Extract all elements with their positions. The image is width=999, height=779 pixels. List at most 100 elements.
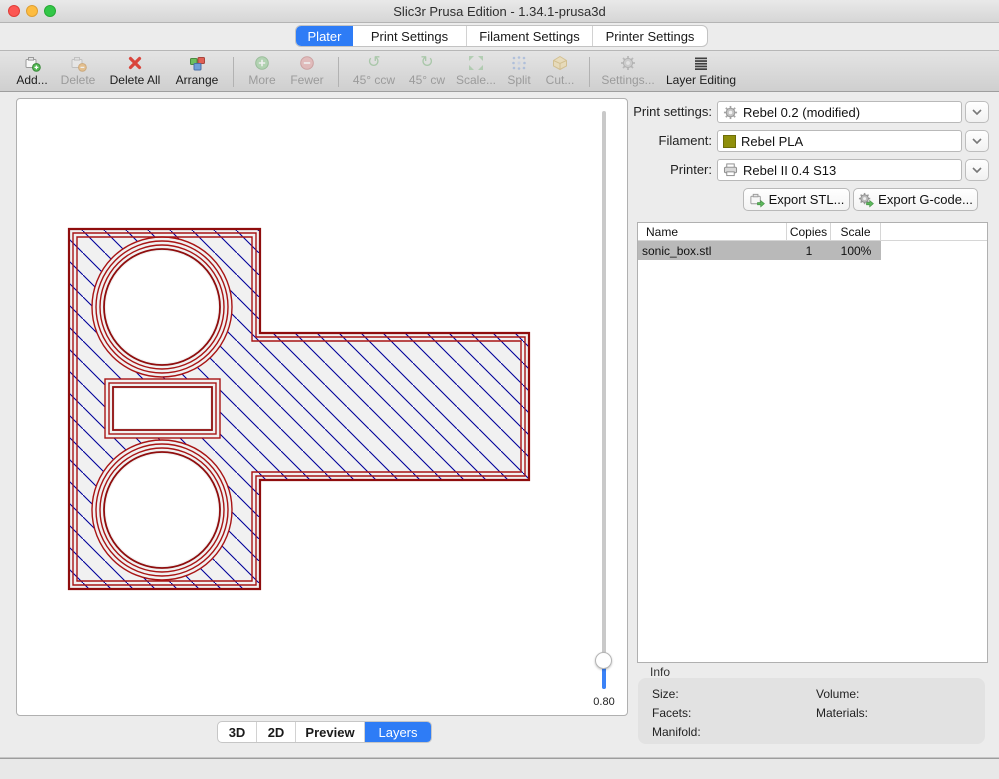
add-icon: [24, 54, 41, 72]
column-header-empty: [881, 223, 987, 240]
print-settings-label: Print settings:: [633, 104, 712, 119]
scale-label: Scale...: [456, 73, 496, 87]
export-stl-button[interactable]: Export STL...: [743, 188, 850, 211]
filament-dropdown-button[interactable]: [965, 130, 989, 152]
delete-all-button[interactable]: Delete All: [102, 54, 168, 90]
more-icon: [254, 54, 270, 72]
view-tab-layers[interactable]: Layers: [365, 722, 431, 742]
layer-slider-value: 0.80: [584, 696, 624, 708]
main-tab-bar: Plater Print Settings Filament Settings …: [295, 25, 708, 47]
object-list-header: Name Copies Scale: [638, 223, 987, 241]
cut-icon: [552, 54, 568, 72]
tab-print-settings[interactable]: Print Settings: [353, 26, 467, 46]
view-tab-2d[interactable]: 2D: [257, 722, 296, 742]
delete-button[interactable]: Delete: [54, 54, 102, 90]
print-settings-value: Rebel 0.2 (modified): [743, 105, 860, 120]
printer-icon: [723, 163, 738, 177]
export-stl-icon: [749, 192, 765, 208]
view-tab-bar: 3D 2D Preview Layers: [217, 721, 432, 743]
rotate-ccw-icon: ↺: [367, 54, 380, 72]
fewer-label: Fewer: [290, 73, 323, 87]
export-gcode-label: Export G-code...: [878, 192, 973, 207]
layer-editing-button[interactable]: Layer Editing: [659, 54, 743, 90]
rotate-45-cw-button[interactable]: ↻ 45° cw: [402, 54, 452, 90]
layer-editing-label: Layer Editing: [666, 73, 736, 87]
chevron-down-icon: [972, 138, 982, 144]
filament-color-swatch: [723, 135, 736, 148]
scale-icon: [468, 54, 484, 72]
arrange-icon: [189, 54, 206, 72]
toolbar-separator: [338, 57, 339, 87]
info-materials-label: Materials:: [816, 706, 868, 720]
printer-value: Rebel II 0.4 S13: [743, 163, 836, 178]
plater-toolbar: Add... Delete Delete All Arrange More: [0, 50, 999, 92]
layer-slider-thumb[interactable]: [595, 652, 612, 669]
info-section-title: Info: [650, 665, 670, 679]
print-settings-combo[interactable]: Rebel 0.2 (modified): [717, 101, 962, 123]
split-label: Split: [507, 73, 530, 87]
tab-plater[interactable]: Plater: [296, 26, 353, 46]
column-header-copies[interactable]: Copies: [787, 223, 831, 240]
layer-slice-drawing: [17, 99, 627, 715]
fewer-button[interactable]: Fewer: [283, 54, 331, 90]
fewer-icon: [299, 54, 315, 72]
export-stl-label: Export STL...: [769, 192, 845, 207]
window-title: Slic3r Prusa Edition - 1.34.1-prusa3d: [0, 4, 999, 19]
table-row[interactable]: sonic_box.stl 1 100%: [638, 241, 987, 260]
more-button[interactable]: More: [241, 54, 283, 90]
gear-icon: [723, 105, 738, 120]
cut-button[interactable]: Cut...: [538, 54, 582, 90]
split-icon: [511, 54, 527, 72]
layer-editing-icon: [694, 54, 708, 72]
export-gcode-icon: [858, 192, 874, 208]
info-facets-label: Facets:: [652, 706, 691, 720]
arrange-label: Arrange: [176, 73, 219, 87]
filament-combo[interactable]: Rebel PLA: [717, 130, 962, 152]
filament-value: Rebel PLA: [741, 134, 803, 149]
object-scale-cell: 100%: [831, 244, 881, 258]
info-volume-label: Volume:: [816, 687, 859, 701]
view-tab-preview[interactable]: Preview: [296, 722, 365, 742]
add-button[interactable]: Add...: [10, 54, 54, 90]
settings-button[interactable]: Settings...: [597, 54, 659, 90]
rotate-cw-icon: ↻: [420, 54, 433, 72]
printer-label: Printer:: [670, 162, 712, 177]
scale-button[interactable]: Scale...: [452, 54, 500, 90]
layer-slider-track[interactable]: [602, 111, 606, 689]
info-size-label: Size:: [652, 687, 679, 701]
column-header-scale[interactable]: Scale: [831, 223, 881, 240]
delete-icon: [70, 54, 87, 72]
delete-all-label: Delete All: [110, 73, 161, 87]
arrange-button[interactable]: Arrange: [168, 54, 226, 90]
object-name-cell: sonic_box.stl: [638, 244, 787, 258]
gear-icon: [620, 54, 636, 72]
chevron-down-icon: [972, 167, 982, 173]
view-tab-3d[interactable]: 3D: [218, 722, 257, 742]
delete-all-icon: [127, 54, 143, 72]
cut-label: Cut...: [546, 73, 575, 87]
split-button[interactable]: Split: [500, 54, 538, 90]
chevron-down-icon: [972, 109, 982, 115]
column-header-name[interactable]: Name: [638, 223, 787, 240]
title-bar: Slic3r Prusa Edition - 1.34.1-prusa3d: [0, 0, 999, 23]
app-window: Slic3r Prusa Edition - 1.34.1-prusa3d Pl…: [0, 0, 999, 779]
settings-label: Settings...: [601, 73, 654, 87]
info-box: Size: Volume: Facets: Materials: Manifol…: [638, 678, 985, 744]
rotate-45-ccw-button[interactable]: ↺ 45° ccw: [346, 54, 402, 90]
layers-canvas[interactable]: 0.80: [16, 98, 628, 716]
filament-label: Filament:: [659, 133, 712, 148]
export-gcode-button[interactable]: Export G-code...: [853, 188, 978, 211]
print-settings-dropdown-button[interactable]: [965, 101, 989, 123]
delete-label: Delete: [61, 73, 96, 87]
status-bar: [0, 759, 999, 779]
info-manifold-label: Manifold:: [652, 725, 701, 739]
tab-printer-settings[interactable]: Printer Settings: [593, 26, 707, 46]
add-label: Add...: [16, 73, 47, 87]
object-list[interactable]: Name Copies Scale sonic_box.stl 1 100%: [637, 222, 988, 663]
printer-combo[interactable]: Rebel II 0.4 S13: [717, 159, 962, 181]
toolbar-separator: [589, 57, 590, 87]
object-copies-cell: 1: [787, 244, 831, 258]
printer-dropdown-button[interactable]: [965, 159, 989, 181]
tab-filament-settings[interactable]: Filament Settings: [467, 26, 593, 46]
more-label: More: [248, 73, 275, 87]
